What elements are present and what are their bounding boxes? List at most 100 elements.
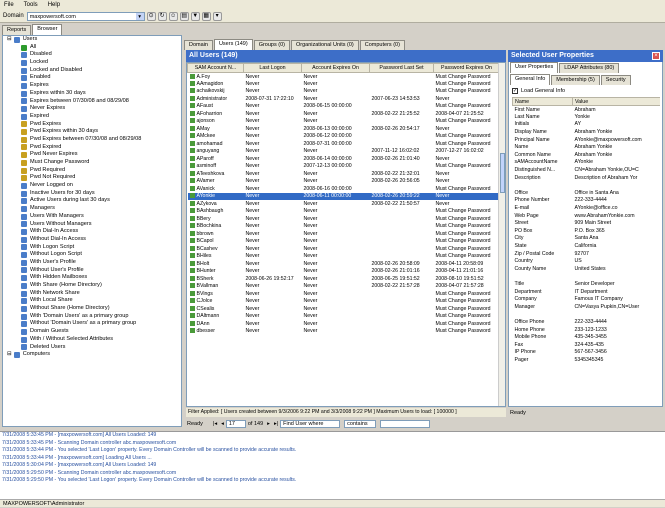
property-row[interactable]: Office Phone 222-333-4444 xyxy=(513,318,661,326)
tree-item[interactable]: Pwd Never Expires xyxy=(3,151,181,159)
property-row[interactable]: City Santa Ana xyxy=(513,235,661,243)
chevron-down-icon[interactable]: ▾ xyxy=(135,12,144,20)
table-row[interactable]: AYonkie Never 2008-06-11 00:00:00 2008-02-2… xyxy=(187,192,500,200)
property-row[interactable]: Principal Name AYonkie@maxpowersoft.com xyxy=(513,136,661,144)
table-row[interactable]: A.Foy Never Never Must Change Password xyxy=(188,73,500,81)
tree-item[interactable]: Expires between 07/30/08 and 08/29/08 xyxy=(3,98,181,106)
properties-table[interactable]: Name Value First Name Abraham Last Name Yon… xyxy=(512,97,660,405)
grid-column-header[interactable]: SAM Account N... xyxy=(187,63,244,73)
page-input[interactable]: 17 xyxy=(225,420,246,428)
tree-item[interactable]: With Logon Script xyxy=(3,244,181,252)
tree-item[interactable]: With User's Profile xyxy=(3,259,181,267)
tree-item[interactable]: With Share (Home Directory) xyxy=(3,282,181,290)
col-value[interactable]: Value xyxy=(572,97,660,106)
tab-groups[interactable]: Groups (0) xyxy=(253,40,290,50)
expand-icon[interactable]: ⊟ xyxy=(7,36,12,44)
table-row[interactable]: ATeeshkova Never Never 2008-02-22 21:32:01 N… xyxy=(188,170,500,178)
table-row[interactable]: BBochkina Never Never Must Change Password xyxy=(188,223,500,231)
tab-reports[interactable]: Reports xyxy=(2,25,32,35)
scroll-thumb[interactable] xyxy=(500,153,505,193)
expand-icon[interactable]: ⊟ xyxy=(7,351,12,359)
property-row[interactable]: Description Description of Abraham Yor xyxy=(513,174,661,182)
tree-item[interactable]: Must Change Password xyxy=(3,159,181,167)
tree-item[interactable]: Without 'Domain Users' as a primary grou… xyxy=(3,320,181,328)
find-value-input[interactable] xyxy=(380,420,431,428)
table-row[interactable]: DAltmann Never Never Must Change Password xyxy=(188,313,500,321)
domain-combo[interactable]: maxpowersoft.com ▾ xyxy=(26,11,145,21)
tree-item[interactable]: Pwd Expires within 30 days xyxy=(3,128,181,136)
property-row[interactable] xyxy=(513,273,661,281)
tab-computers[interactable]: Computers (0) xyxy=(359,40,405,50)
table-row[interactable]: BCashev Never Never Must Change Password xyxy=(188,245,500,253)
property-row[interactable] xyxy=(513,181,661,189)
table-row[interactable]: AVamer Never Never 2008-02-26 20:56:05 Never xyxy=(188,178,500,186)
table-row[interactable]: AMay Never 2008-06-13 00:00:00 2008-02-26 2… xyxy=(188,125,500,133)
menu-tools[interactable]: Tools xyxy=(24,2,38,8)
table-row[interactable]: AVanick Never 2008-06-16 00:00:00 Must Chan… xyxy=(188,185,500,193)
reports-tree[interactable]: ⊟ Users All Disabled Locked Locked and Disabl… xyxy=(2,35,182,427)
tab-user-properties[interactable]: User Properties xyxy=(510,62,559,73)
table-row[interactable]: BVallman Never Never 2008-02-22 21:57:28 200… xyxy=(188,283,500,291)
columns-icon[interactable]: ▦ xyxy=(201,11,211,21)
table-row[interactable]: BSherk 2008-06-26 19:52:17 Never 2008-06-25… xyxy=(188,275,500,283)
property-row[interactable]: Company Famous IT Company xyxy=(513,295,661,303)
tree-item[interactable]: Expires within 30 days xyxy=(3,90,181,98)
tree-item[interactable]: Without Logon Script xyxy=(3,251,181,259)
tree-item[interactable]: Pwd Expires between 07/30/08 and 08/29/0… xyxy=(3,136,181,144)
tree-item[interactable]: Never Expires xyxy=(3,105,181,113)
table-row[interactable]: DAnn Never Never Must Change Password xyxy=(188,320,500,328)
find-field-select[interactable]: Find User where xyxy=(280,420,341,428)
tab-general-info[interactable]: General Info xyxy=(510,74,551,85)
property-row[interactable]: Title Senior Developer xyxy=(513,280,661,288)
tree-item[interactable]: With Hidden Mailboxes xyxy=(3,274,181,282)
table-row[interactable]: AAmagidon Never Never Must Change Password xyxy=(188,80,500,88)
property-row[interactable]: State California xyxy=(513,242,661,250)
property-row[interactable]: Department IT Department xyxy=(513,288,661,296)
connect-icon[interactable]: ⊙ xyxy=(146,11,156,21)
property-row[interactable]: PO Box P.O. Box 365 xyxy=(513,227,661,235)
property-row[interactable]: Name Abraham Yonkie xyxy=(513,143,661,151)
col-name[interactable]: Name xyxy=(512,97,573,106)
table-row[interactable]: AParoff Never 2008-06-14 00:00:00 2008-02-2… xyxy=(188,155,500,163)
menu-file[interactable]: File xyxy=(4,2,14,8)
tab-membership[interactable]: Membership (5) xyxy=(551,75,600,85)
property-row[interactable]: Manager CN=Vasya Pupkin,CN=User xyxy=(513,303,661,311)
table-row[interactable]: asminoff Never 2007-12-13 00:00:00 Must Cha… xyxy=(188,163,500,171)
tree-item[interactable]: Expired xyxy=(3,113,181,121)
tree-item[interactable]: Without Dial-In Access xyxy=(3,236,181,244)
table-row[interactable]: amohamad Never 2008-07-31 00:00:00 Must Cha… xyxy=(188,140,500,148)
property-row[interactable]: Country US xyxy=(513,257,661,265)
grid-column-header[interactable]: Account Expires On xyxy=(301,63,370,73)
property-row[interactable]: Home Phone 233-123-1233 xyxy=(513,326,661,334)
users-grid[interactable]: SAM Account N... Last Logon Account Expire… xyxy=(186,62,506,407)
table-row[interactable]: BAshbaugh Never Never Must Change Password xyxy=(188,208,500,216)
tab-security[interactable]: Security xyxy=(600,75,631,85)
tree-item[interactable]: Deleted Users xyxy=(3,344,181,352)
tree-item[interactable]: Inactive Users for 30 days xyxy=(3,190,181,198)
table-row[interactable]: AZykova Never Never 2008-02-22 21:50:57 Neve… xyxy=(188,200,500,208)
property-row[interactable]: Pager 5345345345 xyxy=(513,356,661,364)
tree-item[interactable]: Without User's Profile xyxy=(3,267,181,275)
tree-item[interactable]: All xyxy=(3,44,181,52)
tab-users[interactable]: Users (149) xyxy=(213,39,253,50)
load-general-info[interactable]: ✓ Load General Info xyxy=(512,87,660,96)
prev-page-icon[interactable]: ◂ xyxy=(221,421,224,427)
refresh-icon[interactable]: ↻ xyxy=(157,11,167,21)
table-row[interactable]: Administrator 2008-07-31 17:22:10 Never 200… xyxy=(188,95,500,103)
property-row[interactable]: Office Office in Santa Ana xyxy=(513,189,661,197)
table-row[interactable]: AFoharrion Never Never 2008-02-22 21:25:52 2… xyxy=(188,110,500,118)
property-row[interactable]: Zip / Postal Code 92707 xyxy=(513,250,661,258)
table-row[interactable]: achaikovskij Never Never Must Change Passwo… xyxy=(188,88,500,96)
property-row[interactable]: IP Phone 567-567-3456 xyxy=(513,349,661,357)
tree-item[interactable]: Never Logged on xyxy=(3,182,181,190)
property-row[interactable]: Common Name Abraham Yonkie xyxy=(513,151,661,159)
tree-item[interactable]: Enabled xyxy=(3,74,181,82)
table-row[interactable]: BHunter Never Never 2008-02-26 21:01:16 2008… xyxy=(188,268,500,276)
tree-item[interactable]: Expires xyxy=(3,82,181,90)
property-row[interactable]: Distinguished N... CN=Abraham Yonkie,OU=C xyxy=(513,166,661,174)
grid-scrollbar[interactable] xyxy=(498,63,505,406)
tree-item[interactable]: With Network Share xyxy=(3,290,181,298)
first-page-icon[interactable]: |◂ xyxy=(213,421,217,427)
tree-item[interactable]: Pwd Not Required xyxy=(3,174,181,182)
tree-item[interactable]: Active Users during last 30 days xyxy=(3,197,181,205)
